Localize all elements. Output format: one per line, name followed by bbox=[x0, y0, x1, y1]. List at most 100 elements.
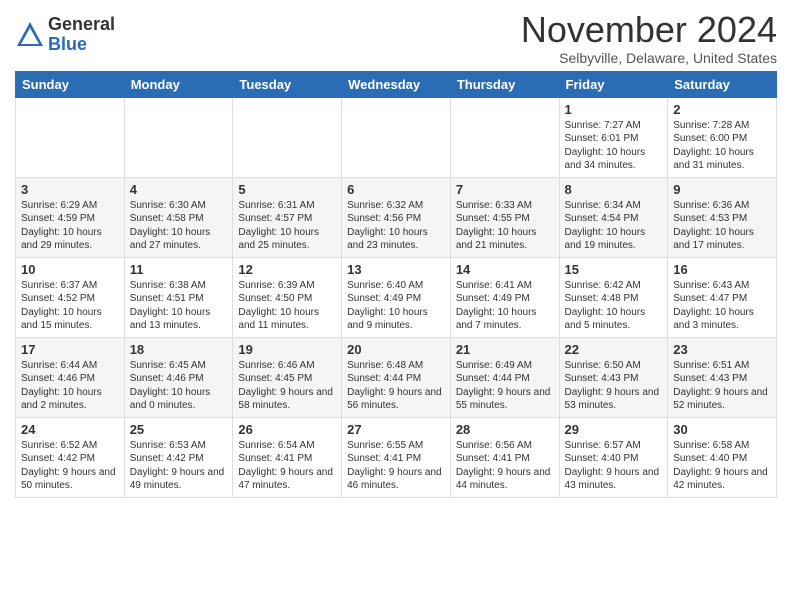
header-cell-friday: Friday bbox=[559, 71, 668, 97]
day-number: 16 bbox=[673, 262, 771, 277]
day-number: 28 bbox=[456, 422, 554, 437]
day-cell: 29 Sunrise: 6:57 AM Sunset: 4:40 PM Dayli… bbox=[559, 417, 668, 497]
day-number: 30 bbox=[673, 422, 771, 437]
day-cell bbox=[124, 97, 233, 177]
day-number: 24 bbox=[21, 422, 119, 437]
header-row: SundayMondayTuesdayWednesdayThursdayFrid… bbox=[16, 71, 777, 97]
day-number: 21 bbox=[456, 342, 554, 357]
day-number: 23 bbox=[673, 342, 771, 357]
day-number: 9 bbox=[673, 182, 771, 197]
day-info: Sunrise: 6:30 AM Sunset: 4:58 PM Dayligh… bbox=[130, 199, 228, 253]
day-number: 19 bbox=[238, 342, 336, 357]
day-cell bbox=[450, 97, 559, 177]
day-info: Sunrise: 6:29 AM Sunset: 4:59 PM Dayligh… bbox=[21, 199, 119, 253]
day-info: Sunrise: 6:43 AM Sunset: 4:47 PM Dayligh… bbox=[673, 279, 771, 333]
day-info: Sunrise: 6:56 AM Sunset: 4:41 PM Dayligh… bbox=[456, 439, 554, 493]
day-number: 11 bbox=[130, 262, 228, 277]
header: General Blue November 2024 Selbyville, D… bbox=[15, 10, 777, 66]
day-cell: 9 Sunrise: 6:36 AM Sunset: 4:53 PM Daylig… bbox=[668, 177, 777, 257]
day-number: 20 bbox=[347, 342, 445, 357]
day-number: 8 bbox=[565, 182, 663, 197]
header-cell-monday: Monday bbox=[124, 71, 233, 97]
day-cell: 24Sunrise: 6:52 AM Sunset: 4:42 PM Dayli… bbox=[16, 417, 125, 497]
day-number: 1 bbox=[565, 102, 663, 117]
calendar-body: 1 Sunrise: 7:27 AM Sunset: 6:01 PM Daylig… bbox=[16, 97, 777, 497]
day-info: Sunrise: 6:58 AM Sunset: 4:40 PM Dayligh… bbox=[673, 439, 771, 493]
day-number: 17 bbox=[21, 342, 119, 357]
header-cell-saturday: Saturday bbox=[668, 71, 777, 97]
day-number: 3 bbox=[21, 182, 119, 197]
day-number: 25 bbox=[130, 422, 228, 437]
day-number: 5 bbox=[238, 182, 336, 197]
day-number: 13 bbox=[347, 262, 445, 277]
day-cell: 20 Sunrise: 6:48 AM Sunset: 4:44 PM Dayli… bbox=[342, 337, 451, 417]
day-info: Sunrise: 6:32 AM Sunset: 4:56 PM Dayligh… bbox=[347, 199, 445, 253]
header-cell-sunday: Sunday bbox=[16, 71, 125, 97]
day-info: Sunrise: 6:57 AM Sunset: 4:40 PM Dayligh… bbox=[565, 439, 663, 493]
header-cell-thursday: Thursday bbox=[450, 71, 559, 97]
day-number: 18 bbox=[130, 342, 228, 357]
day-number: 10 bbox=[21, 262, 119, 277]
day-info: Sunrise: 6:34 AM Sunset: 4:54 PM Dayligh… bbox=[565, 199, 663, 253]
day-number: 6 bbox=[347, 182, 445, 197]
day-cell bbox=[342, 97, 451, 177]
day-cell: 17 Sunrise: 6:44 AM Sunset: 4:46 PM Dayli… bbox=[16, 337, 125, 417]
day-number: 2 bbox=[673, 102, 771, 117]
subtitle: Selbyville, Delaware, United States bbox=[521, 50, 777, 66]
day-cell: 10 Sunrise: 6:37 AM Sunset: 4:52 PM Dayli… bbox=[16, 257, 125, 337]
day-number: 22 bbox=[565, 342, 663, 357]
calendar-header: SundayMondayTuesdayWednesdayThursdayFrid… bbox=[16, 71, 777, 97]
day-cell: 18 Sunrise: 6:45 AM Sunset: 4:46 PM Dayli… bbox=[124, 337, 233, 417]
day-cell bbox=[16, 97, 125, 177]
day-cell: 25Sunrise: 6:53 AM Sunset: 4:42 PM Dayli… bbox=[124, 417, 233, 497]
calendar-table: SundayMondayTuesdayWednesdayThursdayFrid… bbox=[15, 71, 777, 498]
week-row-2: 10 Sunrise: 6:37 AM Sunset: 4:52 PM Dayli… bbox=[16, 257, 777, 337]
day-cell: 26Sunrise: 6:54 AM Sunset: 4:41 PM Dayli… bbox=[233, 417, 342, 497]
day-cell: 22 Sunrise: 6:50 AM Sunset: 4:43 PM Dayli… bbox=[559, 337, 668, 417]
day-number: 29 bbox=[565, 422, 663, 437]
week-row-0: 1 Sunrise: 7:27 AM Sunset: 6:01 PM Daylig… bbox=[16, 97, 777, 177]
day-cell: 14Sunrise: 6:41 AM Sunset: 4:49 PM Dayli… bbox=[450, 257, 559, 337]
header-cell-tuesday: Tuesday bbox=[233, 71, 342, 97]
day-info: Sunrise: 6:54 AM Sunset: 4:41 PM Dayligh… bbox=[238, 439, 336, 493]
day-cell: 11 Sunrise: 6:38 AM Sunset: 4:51 PM Dayli… bbox=[124, 257, 233, 337]
day-cell bbox=[233, 97, 342, 177]
day-cell: 15Sunrise: 6:42 AM Sunset: 4:48 PM Dayli… bbox=[559, 257, 668, 337]
day-info: Sunrise: 6:37 AM Sunset: 4:52 PM Dayligh… bbox=[21, 279, 119, 333]
day-number: 27 bbox=[347, 422, 445, 437]
day-info: Sunrise: 6:55 AM Sunset: 4:41 PM Dayligh… bbox=[347, 439, 445, 493]
day-info: Sunrise: 6:31 AM Sunset: 4:57 PM Dayligh… bbox=[238, 199, 336, 253]
day-cell: 8 Sunrise: 6:34 AM Sunset: 4:54 PM Daylig… bbox=[559, 177, 668, 257]
day-cell: 30 Sunrise: 6:58 AM Sunset: 4:40 PM Dayli… bbox=[668, 417, 777, 497]
day-cell: 27 Sunrise: 6:55 AM Sunset: 4:41 PM Dayli… bbox=[342, 417, 451, 497]
week-row-3: 17 Sunrise: 6:44 AM Sunset: 4:46 PM Dayli… bbox=[16, 337, 777, 417]
logo-blue: Blue bbox=[48, 35, 115, 55]
header-cell-wednesday: Wednesday bbox=[342, 71, 451, 97]
day-info: Sunrise: 6:45 AM Sunset: 4:46 PM Dayligh… bbox=[130, 359, 228, 413]
day-info: Sunrise: 6:40 AM Sunset: 4:49 PM Dayligh… bbox=[347, 279, 445, 333]
day-number: 7 bbox=[456, 182, 554, 197]
week-row-4: 24Sunrise: 6:52 AM Sunset: 4:42 PM Dayli… bbox=[16, 417, 777, 497]
day-info: Sunrise: 6:44 AM Sunset: 4:46 PM Dayligh… bbox=[21, 359, 119, 413]
day-info: Sunrise: 6:42 AM Sunset: 4:48 PM Dayligh… bbox=[565, 279, 663, 333]
day-info: Sunrise: 7:27 AM Sunset: 6:01 PM Dayligh… bbox=[565, 119, 663, 173]
day-number: 12 bbox=[238, 262, 336, 277]
day-cell: 23 Sunrise: 6:51 AM Sunset: 4:43 PM Dayli… bbox=[668, 337, 777, 417]
day-number: 4 bbox=[130, 182, 228, 197]
day-info: Sunrise: 6:36 AM Sunset: 4:53 PM Dayligh… bbox=[673, 199, 771, 253]
day-info: Sunrise: 6:49 AM Sunset: 4:44 PM Dayligh… bbox=[456, 359, 554, 413]
week-row-1: 3 Sunrise: 6:29 AM Sunset: 4:59 PM Daylig… bbox=[16, 177, 777, 257]
day-cell: 13 Sunrise: 6:40 AM Sunset: 4:49 PM Dayli… bbox=[342, 257, 451, 337]
day-cell: 12Sunrise: 6:39 AM Sunset: 4:50 PM Dayli… bbox=[233, 257, 342, 337]
day-cell: 5 Sunrise: 6:31 AM Sunset: 4:57 PM Daylig… bbox=[233, 177, 342, 257]
day-cell: 2 Sunrise: 7:28 AM Sunset: 6:00 PM Daylig… bbox=[668, 97, 777, 177]
day-info: Sunrise: 6:51 AM Sunset: 4:43 PM Dayligh… bbox=[673, 359, 771, 413]
day-info: Sunrise: 7:28 AM Sunset: 6:00 PM Dayligh… bbox=[673, 119, 771, 173]
logo-general: General bbox=[48, 15, 115, 35]
day-info: Sunrise: 6:48 AM Sunset: 4:44 PM Dayligh… bbox=[347, 359, 445, 413]
day-info: Sunrise: 6:50 AM Sunset: 4:43 PM Dayligh… bbox=[565, 359, 663, 413]
day-cell: 7Sunrise: 6:33 AM Sunset: 4:55 PM Daylig… bbox=[450, 177, 559, 257]
day-info: Sunrise: 6:38 AM Sunset: 4:51 PM Dayligh… bbox=[130, 279, 228, 333]
logo: General Blue bbox=[15, 15, 115, 55]
day-cell: 19Sunrise: 6:46 AM Sunset: 4:45 PM Dayli… bbox=[233, 337, 342, 417]
